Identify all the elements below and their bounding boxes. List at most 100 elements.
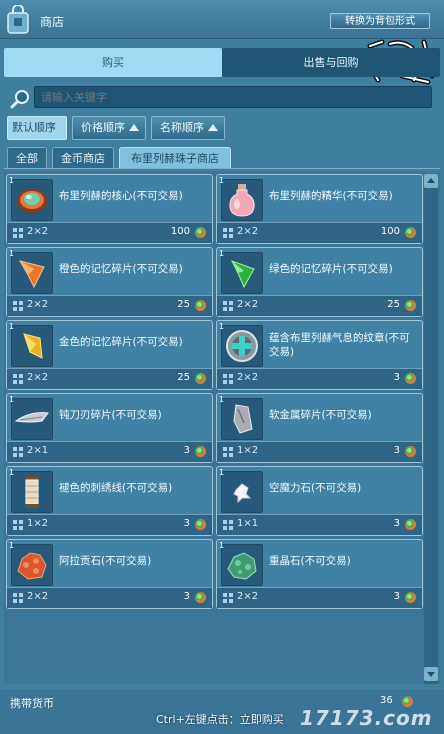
item-card[interactable]: 1 橙色的记忆碎片(不可交易) 2×2 25 — [6, 247, 213, 317]
item-size: 2×2 — [27, 226, 49, 237]
bead-currency-icon — [405, 519, 416, 530]
item-name: 布里列赫的精华(不可交易) — [269, 190, 393, 202]
currency-label: 携带货币 — [10, 697, 54, 710]
purchase-hint: Ctrl+左键点击：立即购买 — [156, 713, 284, 726]
inventory-size-icon — [223, 228, 233, 238]
thread-spool-icon — [25, 476, 39, 508]
inventory-size-icon — [223, 447, 233, 457]
bag-icon — [7, 5, 29, 34]
item-quantity: 1 — [9, 541, 15, 550]
item-quantity: 1 — [219, 395, 225, 404]
item-quantity: 1 — [9, 249, 15, 258]
tab-buy[interactable]: 购买 — [4, 48, 222, 77]
item-card[interactable]: 1 褪色的刺绣线(不可交易) 1×2 3 — [6, 466, 213, 536]
item-quantity: 1 — [9, 176, 15, 185]
scrollbar[interactable] — [424, 174, 438, 684]
item-name: 钝刀刃碎片(不可交易) — [59, 409, 162, 421]
sort-default-button[interactable]: 默认顺序 — [7, 116, 67, 140]
item-card[interactable]: 1 布里列赫的核心(不可交易) 2×2 100 — [6, 174, 213, 244]
tab-sell-buyback[interactable]: 出售与回购 — [222, 48, 440, 77]
window-title: 商店 — [40, 15, 65, 29]
subtab-all[interactable]: 全部 — [7, 147, 47, 169]
core-stone-icon — [17, 189, 47, 213]
item-footer: 1×2 3 — [7, 514, 212, 535]
item-card[interactable]: 1 软金属碎片(不可交易) 1×2 3 — [216, 393, 423, 463]
item-size: 2×2 — [27, 299, 49, 310]
item-price: 3 — [393, 445, 400, 456]
search-icon[interactable] — [10, 88, 32, 110]
item-footer: 2×2 3 — [217, 587, 422, 608]
bead-currency-icon — [195, 227, 206, 238]
inventory-size-icon — [223, 520, 233, 530]
item-size: 2×2 — [237, 226, 259, 237]
subtab-gold-shop[interactable]: 金币商店 — [52, 147, 114, 169]
inventory-size-icon — [13, 447, 23, 457]
item-footer: 2×2 25 — [7, 368, 212, 389]
item-size: 2×2 — [237, 299, 259, 310]
orange-shard-icon — [18, 260, 45, 289]
bead-currency-icon — [195, 519, 206, 530]
item-icon-box — [11, 544, 53, 586]
emblem-icon — [226, 330, 258, 362]
item-price: 25 — [387, 299, 400, 310]
item-quantity: 1 — [219, 249, 225, 258]
sort-name-button[interactable]: 名称顺序 — [151, 116, 225, 140]
inventory-size-icon — [13, 301, 23, 311]
inventory-size-icon — [223, 301, 233, 311]
item-icon-box — [221, 325, 263, 367]
barite-icon — [227, 552, 257, 580]
search-input[interactable] — [34, 86, 432, 108]
item-footer: 1×2 3 — [217, 441, 422, 462]
item-name: 布里列赫的核心(不可交易) — [59, 190, 183, 202]
item-price: 3 — [393, 518, 400, 529]
mana-stone-icon — [233, 483, 252, 504]
item-card[interactable]: 1 钝刀刃碎片(不可交易) 2×1 3 — [6, 393, 213, 463]
item-card[interactable]: 1 蕴含布里列赫气息的纹章(不可交易) 2×2 3 — [216, 320, 423, 390]
inventory-size-icon — [13, 374, 23, 384]
item-size: 2×1 — [27, 445, 49, 456]
bead-currency-icon — [195, 373, 206, 384]
sort-price-button[interactable]: 价格顺序 — [72, 116, 146, 140]
subtab-brilliah-bead-shop[interactable]: 布里列赫珠子商店 — [119, 147, 231, 169]
item-card[interactable]: 1 阿拉贡石(不可交易) 2×2 3 — [6, 539, 213, 609]
sort-price-label: 价格顺序 — [81, 121, 125, 134]
item-card[interactable]: 1 绿色的记忆碎片(不可交易) 2×2 25 — [216, 247, 423, 317]
item-name: 褪色的刺绣线(不可交易) — [59, 482, 173, 494]
arrow-up-icon — [427, 178, 435, 183]
item-price: 3 — [393, 591, 400, 602]
item-size: 1×2 — [237, 445, 259, 456]
bead-currency-icon — [405, 300, 416, 311]
item-footer: 2×2 25 — [217, 295, 422, 316]
item-footer: 2×2 25 — [7, 295, 212, 316]
divider — [4, 168, 440, 169]
bead-currency-icon — [405, 592, 416, 603]
scroll-down-button[interactable] — [424, 667, 438, 681]
item-card[interactable]: 1 布里列赫的精华(不可交易) 2×2 100 — [216, 174, 423, 244]
item-card[interactable]: 1 空魔力石(不可交易) 1×1 3 — [216, 466, 423, 536]
essence-potion-icon — [229, 184, 255, 217]
currency-value: 36 — [380, 695, 393, 706]
item-card[interactable]: 1 金色的记忆碎片(不可交易) 2×2 25 — [6, 320, 213, 390]
item-quantity: 1 — [219, 468, 225, 477]
metal-shard-icon — [233, 404, 253, 434]
item-footer: 1×1 3 — [217, 514, 422, 535]
convert-to-bag-button[interactable]: 转换为背包形式 — [330, 13, 430, 29]
item-price: 25 — [177, 299, 190, 310]
item-size: 1×1 — [237, 518, 259, 529]
item-icon-box — [11, 252, 53, 294]
scroll-up-button[interactable] — [424, 174, 438, 188]
sort-default-label: 默认顺序 — [12, 121, 56, 134]
item-card[interactable]: 1 重晶石(不可交易) 2×2 3 — [216, 539, 423, 609]
item-quantity: 1 — [9, 468, 15, 477]
item-footer: 2×1 3 — [7, 441, 212, 462]
item-icon-box — [221, 398, 263, 440]
item-quantity: 1 — [219, 176, 225, 185]
item-icon-box — [11, 179, 53, 221]
item-size: 2×2 — [237, 591, 259, 602]
item-size: 2×2 — [27, 372, 49, 383]
item-quantity: 1 — [219, 322, 225, 331]
item-icon-box — [11, 471, 53, 513]
site-watermark: 17173.com — [300, 706, 433, 730]
bead-currency-icon — [195, 592, 206, 603]
aragon-stone-icon — [17, 552, 47, 580]
